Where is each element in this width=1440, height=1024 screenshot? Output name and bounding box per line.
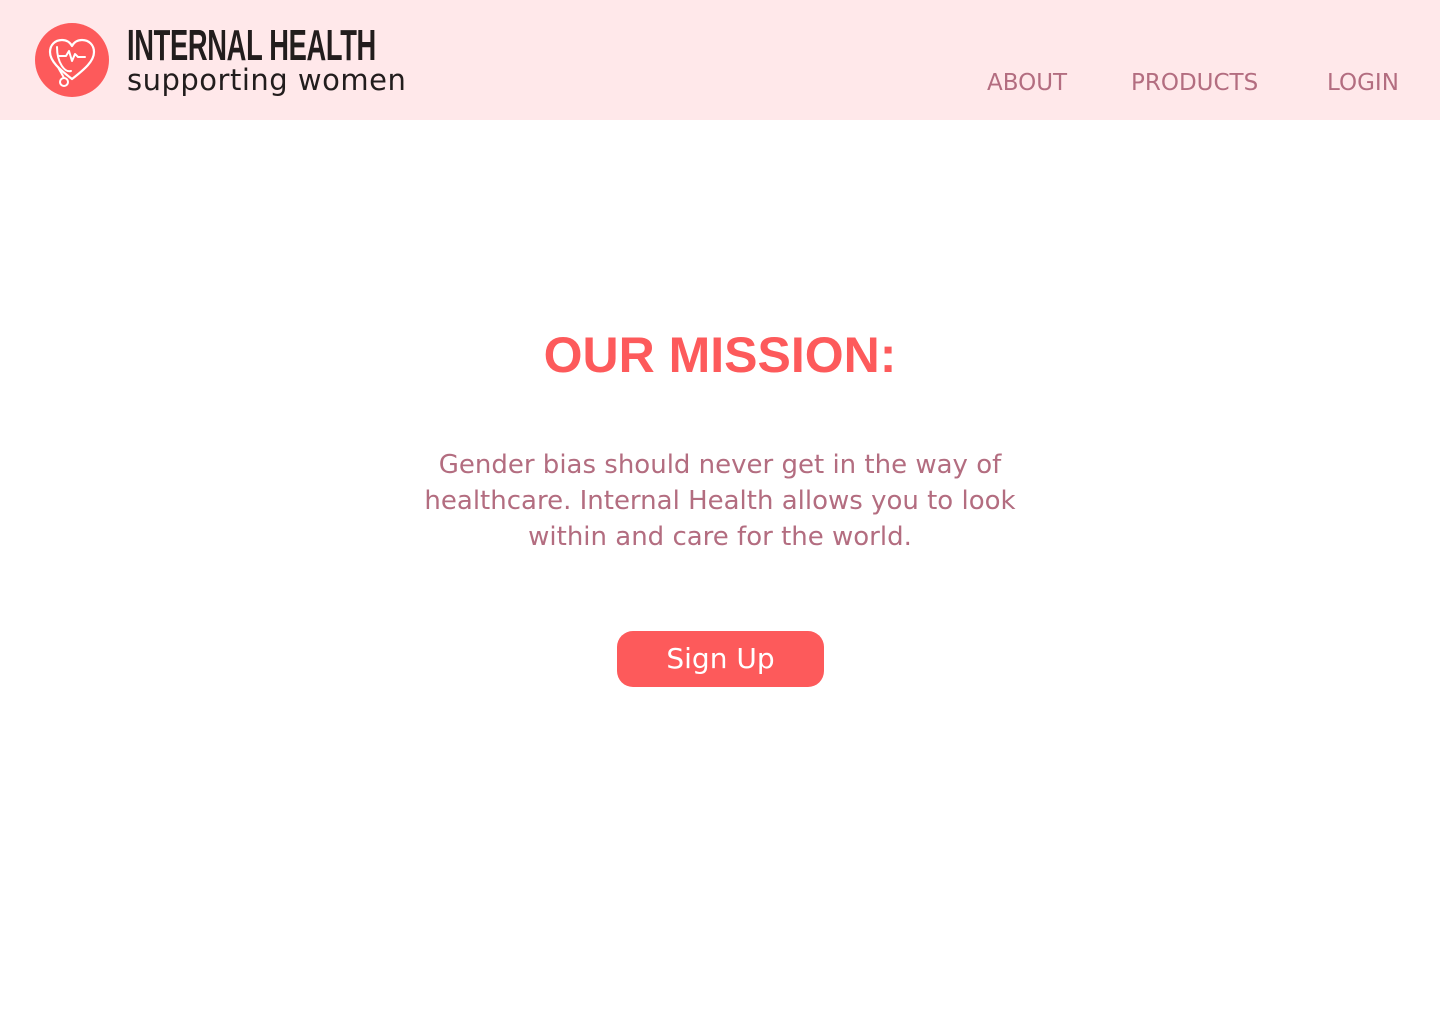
site-header: INTERNAL HEALTH supporting women ABOUT P…: [0, 0, 1440, 120]
mission-title: OUR MISSION:: [543, 327, 897, 383]
logo[interactable]: [35, 23, 109, 97]
brand-subtitle: supporting women: [127, 63, 407, 97]
sign-up-button[interactable]: Sign Up: [617, 631, 824, 687]
nav-products[interactable]: PRODUCTS: [1131, 68, 1258, 98]
nav-login[interactable]: LOGIN: [1327, 68, 1399, 98]
mission-statement: Gender bias should never get in the way …: [424, 450, 1016, 552]
heart-stethoscope-icon: [48, 38, 96, 87]
nav-about[interactable]: ABOUT: [987, 68, 1067, 98]
